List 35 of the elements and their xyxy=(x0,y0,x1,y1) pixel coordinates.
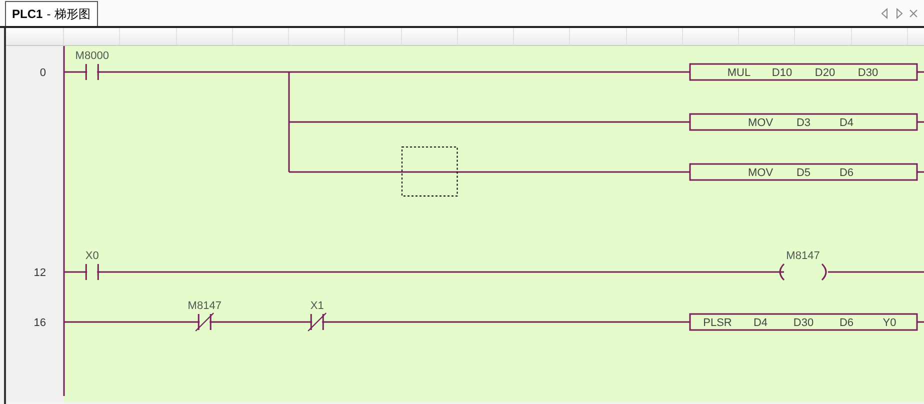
device-label: M8147 xyxy=(188,300,222,312)
operand-label: D20 xyxy=(814,67,836,79)
tab-subtitle: 梯形图 xyxy=(54,6,91,23)
operand-label: D30 xyxy=(793,317,814,329)
normally-open-contact xyxy=(85,264,99,280)
operand-label: MOV xyxy=(748,117,774,129)
normally-closed-contact xyxy=(308,312,327,332)
operand-label: PLSR xyxy=(703,317,732,329)
operand-label: D30 xyxy=(858,67,878,79)
device-label: M8147 xyxy=(786,250,820,262)
normally-closed-contact xyxy=(195,312,214,332)
document-tab[interactable]: PLC1 - 梯形图 xyxy=(5,1,98,26)
operand-label: D5 xyxy=(796,167,811,179)
operand-label: D6 xyxy=(839,167,854,179)
close-icon[interactable] xyxy=(909,8,918,18)
normally-open-contact xyxy=(85,64,99,80)
device-label: M8000 xyxy=(75,50,109,62)
operand-label: D4 xyxy=(753,317,768,329)
tab-separator: - xyxy=(46,6,51,23)
step-number: 0 xyxy=(40,67,46,79)
coil-symbol xyxy=(779,264,827,280)
device-label: X1 xyxy=(310,300,324,312)
operand-label: MOV xyxy=(748,167,774,179)
tab-title: PLC1 xyxy=(12,6,43,23)
next-icon[interactable] xyxy=(895,8,903,18)
operand-label: MUL xyxy=(727,67,751,79)
operand-label: Y0 xyxy=(882,317,896,329)
operand-label: D6 xyxy=(839,317,854,329)
step-number: 12 xyxy=(34,267,46,279)
step-number: 16 xyxy=(34,317,46,329)
device-label: X0 xyxy=(85,250,99,262)
operand-label: D4 xyxy=(839,117,854,129)
operand-label: D3 xyxy=(796,117,811,129)
operand-label: D10 xyxy=(772,67,792,79)
previous-icon[interactable] xyxy=(881,8,889,18)
